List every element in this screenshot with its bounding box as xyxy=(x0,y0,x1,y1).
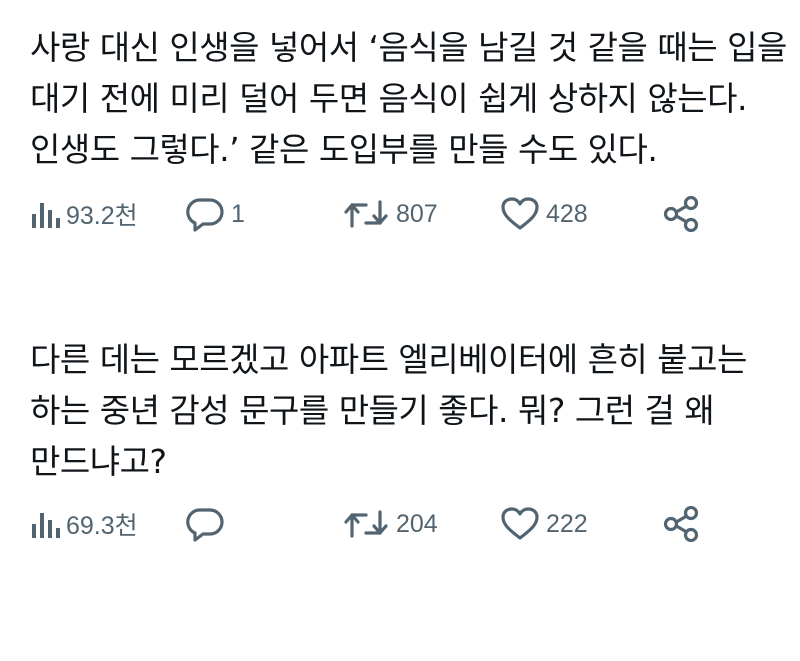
post-text: 다른 데는 모르겠고 아파트 엘리베이터에 흔히 붙고는 하는 중년 감성 문구… xyxy=(30,334,790,487)
repost-count: 807 xyxy=(396,199,438,228)
post-text-line: 사랑 대신 인생을 넣어서 ‘음식을 남길 것 같을 때는 입을 xyxy=(30,28,787,67)
post-text-line: 인생도 그렇다.’ 같은 도입부를 만들 수도 있다. xyxy=(30,130,658,169)
views-count: 69.3천 xyxy=(66,512,138,540)
post-action-bar: 93.2천 1 807 428 xyxy=(30,194,730,234)
repost-count: 204 xyxy=(396,509,438,538)
views-button[interactable]: 69.3천 xyxy=(30,504,138,544)
repost-arrows-icon xyxy=(342,196,390,232)
like-button[interactable]: 428 xyxy=(500,194,588,234)
repost-button[interactable]: 204 xyxy=(342,504,438,544)
views-button[interactable]: 93.2천 xyxy=(30,194,138,234)
share-icon xyxy=(662,506,700,542)
post-text: 사랑 대신 인생을 넣어서 ‘음식을 남길 것 같을 때는 입을 대기 전에 미… xyxy=(30,22,790,175)
speech-bubble-icon xyxy=(185,506,225,542)
heart-icon xyxy=(500,506,540,542)
reply-button[interactable] xyxy=(185,504,231,544)
post-text-line: 다른 데는 모르겠고 아파트 엘리베이터에 흔히 붙고는 xyxy=(30,340,747,379)
like-count: 222 xyxy=(546,509,588,538)
post-action-bar: 69.3천 204 222 xyxy=(30,504,730,544)
views-count: 93.2천 xyxy=(66,202,138,230)
like-count: 428 xyxy=(546,199,588,228)
repost-button[interactable]: 807 xyxy=(342,194,438,234)
repost-arrows-icon xyxy=(342,506,390,542)
reply-button[interactable]: 1 xyxy=(185,194,245,234)
post: 다른 데는 모르겠고 아파트 엘리베이터에 흔히 붙고는 하는 중년 감성 문구… xyxy=(30,334,790,542)
speech-bubble-icon xyxy=(185,196,225,232)
heart-icon xyxy=(500,196,540,232)
post: 사랑 대신 인생을 넣어서 ‘음식을 남길 것 같을 때는 입을 대기 전에 미… xyxy=(30,22,790,232)
share-icon xyxy=(662,196,700,232)
bar-chart-icon xyxy=(30,197,60,231)
share-button[interactable] xyxy=(662,504,700,544)
share-button[interactable] xyxy=(662,194,700,234)
post-text-line: 대기 전에 미리 덜어 두면 음식이 쉽게 상하지 않는다. xyxy=(30,79,747,118)
bar-chart-icon xyxy=(30,507,60,541)
post-text-line: 만드냐고? xyxy=(30,442,167,481)
post-text-line: 하는 중년 감성 문구를 만들기 좋다. 뭐? 그런 걸 왜 xyxy=(30,391,715,430)
like-button[interactable]: 222 xyxy=(500,504,588,544)
reply-count: 1 xyxy=(231,199,245,228)
